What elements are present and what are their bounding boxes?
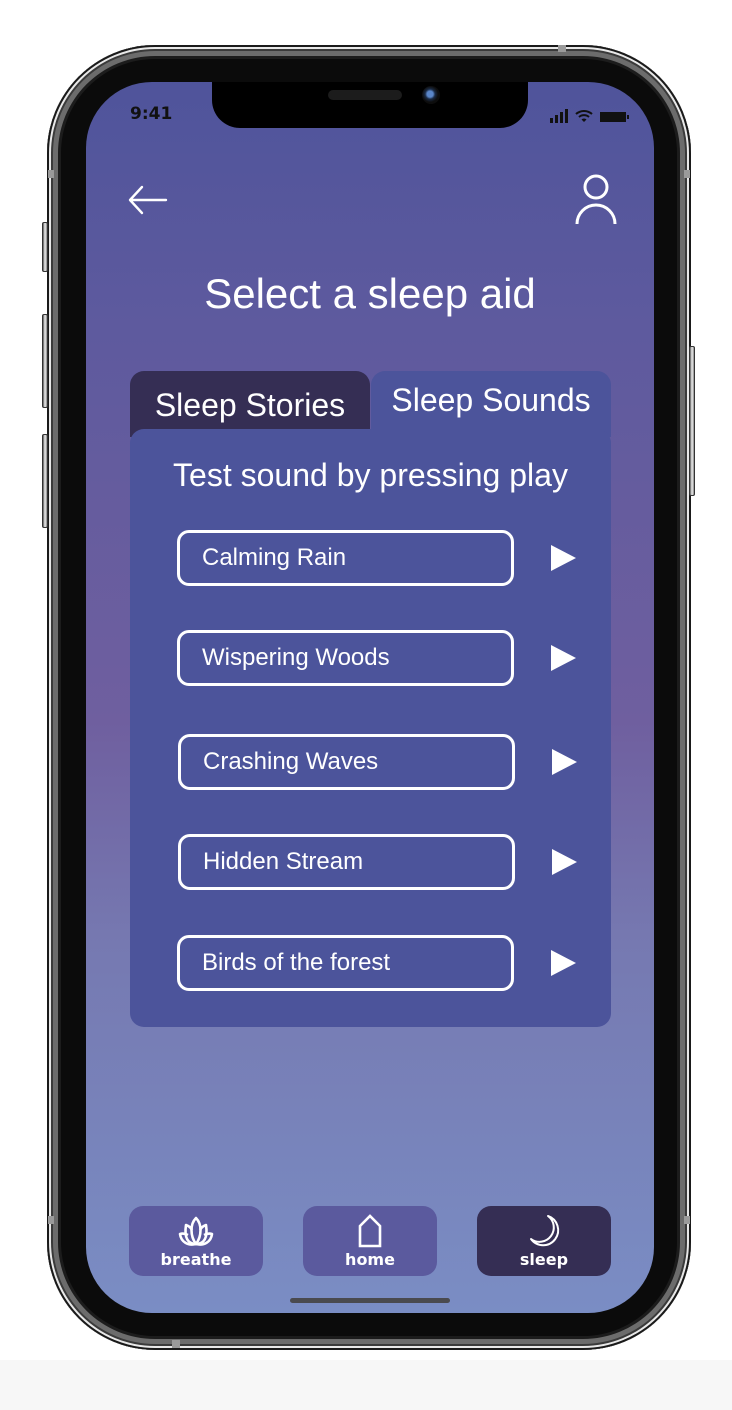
sound-button-crashing-waves[interactable]: Crashing Waves (178, 734, 515, 790)
play-icon (551, 545, 576, 571)
arrow-left-icon (128, 185, 168, 215)
sound-button-wispering-woods[interactable]: Wispering Woods (177, 630, 514, 686)
earpiece-speaker (328, 90, 402, 100)
list-item: Birds of the forest (177, 935, 587, 991)
nav-home-label: home (345, 1250, 395, 1269)
status-time: 9:41 (130, 104, 173, 124)
list-item: Wispering Woods (177, 630, 587, 686)
sound-button-calming-rain[interactable]: Calming Rain (177, 530, 514, 586)
sound-button-birds-of-the-forest[interactable]: Birds of the forest (177, 935, 514, 991)
user-profile-icon (575, 174, 617, 225)
volume-down-button (42, 434, 48, 528)
page-title: Select a sleep aid (204, 270, 536, 317)
status-icons (550, 109, 630, 123)
sound-button-hidden-stream[interactable]: Hidden Stream (178, 834, 515, 890)
app-screen: 9:41 Select a sleep aid Sleep Stories Sl… (86, 82, 654, 1313)
antenna-band (684, 1216, 690, 1224)
nav-sleep[interactable]: sleep (477, 1206, 611, 1276)
back-button[interactable] (126, 182, 168, 218)
battery-icon (600, 112, 629, 122)
tab-sleep-sounds[interactable]: Sleep Sounds (371, 371, 611, 437)
home-indicator[interactable] (290, 1298, 450, 1303)
play-button[interactable] (549, 949, 577, 977)
play-button[interactable] (550, 848, 578, 876)
play-button[interactable] (549, 544, 577, 572)
nav-breathe[interactable]: breathe (129, 1206, 263, 1276)
sleep-sounds-panel: Test sound by pressing play Calming Rain… (130, 429, 611, 1027)
nav-breathe-label: breathe (160, 1250, 232, 1269)
panel-instructions: Test sound by pressing play (173, 457, 568, 493)
wifi-icon (575, 110, 593, 122)
play-icon (551, 645, 576, 671)
volume-up-button (42, 314, 48, 408)
play-icon (552, 749, 577, 775)
nav-sleep-label: sleep (519, 1250, 569, 1269)
play-button[interactable] (550, 748, 578, 776)
play-icon (551, 950, 576, 976)
front-camera (422, 86, 440, 104)
antenna-band (558, 45, 566, 52)
play-button[interactable] (549, 644, 577, 672)
profile-button[interactable] (574, 174, 618, 226)
antenna-band (172, 1340, 180, 1348)
background-floor (0, 1360, 732, 1410)
list-item: Hidden Stream (178, 834, 588, 890)
cellular-signal-icon (550, 109, 568, 123)
antenna-band (48, 170, 54, 178)
mute-switch (42, 222, 48, 272)
house-icon (358, 1214, 382, 1248)
tab-sleep-stories[interactable]: Sleep Stories (130, 371, 370, 437)
play-icon (552, 849, 577, 875)
lotus-icon (178, 1216, 214, 1246)
antenna-band (48, 1216, 54, 1224)
antenna-band (684, 170, 690, 178)
list-item: Crashing Waves (178, 734, 588, 790)
list-item: Calming Rain (177, 530, 587, 586)
power-button (689, 346, 695, 496)
nav-home[interactable]: home (303, 1206, 437, 1276)
notch (212, 82, 528, 128)
moon-icon (530, 1215, 560, 1247)
